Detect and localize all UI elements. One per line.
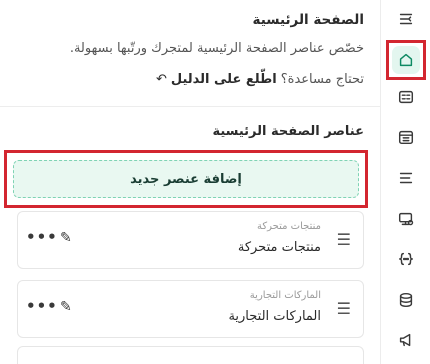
item-name: منتجات متحركة [237,240,321,255]
add-new-item-button[interactable]: إضافة عنصر جديد [13,160,359,198]
drag-handle-icon[interactable]: ☰ [337,230,351,249]
page-description: خصّص عناصر الصفحة الرئيسية لمتجرك ورتّبه… [69,41,364,56]
divider [0,106,380,107]
section-title: عناصر الصفحة الرئيسية [212,124,364,139]
reply-arrow-icon: ↶ [155,72,167,87]
add-button-highlight: إضافة عنصر جديد [4,150,368,208]
more-icon[interactable]: ••• [26,297,58,315]
guide-link[interactable]: اطّلع على الدليل [171,72,277,87]
megaphone-icon[interactable] [391,325,421,355]
home-icon [391,46,420,74]
edit-icon[interactable]: ✎ [60,299,72,315]
help-line: تحتاج مساعدة؟ اطّلع على الدليل ↶ [156,72,364,87]
drag-handle-icon[interactable]: ☰ [337,299,351,318]
item-subtitle: منتجات متحركة [257,221,321,232]
more-icon[interactable]: ••• [26,228,58,246]
collapse-menu-icon[interactable] [391,4,421,34]
code-icon[interactable] [391,244,421,274]
help-prompt: تحتاج مساعدة؟ [280,72,364,87]
page-title: الصفحة الرئيسية [252,12,364,28]
database-icon[interactable] [391,285,421,315]
list-item-partial [17,346,364,364]
item-name: الماركات التجارية [228,309,321,324]
home-nav-button[interactable] [385,40,426,80]
list-icon[interactable] [391,163,421,193]
list-item[interactable]: ☰ الماركات التجارية الماركات التجارية ✎ … [17,280,364,338]
icon-rail [380,0,430,364]
edit-icon[interactable]: ✎ [60,230,72,246]
calendar-icon[interactable] [391,122,421,152]
main-panel: الصفحة الرئيسية خصّص عناصر الصفحة الرئيس… [0,0,380,364]
list-item[interactable]: ☰ منتجات متحركة منتجات متحركة ✎ ••• [17,211,364,269]
monitor-icon[interactable] [391,204,421,234]
layout-icon[interactable] [391,82,421,112]
item-subtitle: الماركات التجارية [249,290,321,301]
